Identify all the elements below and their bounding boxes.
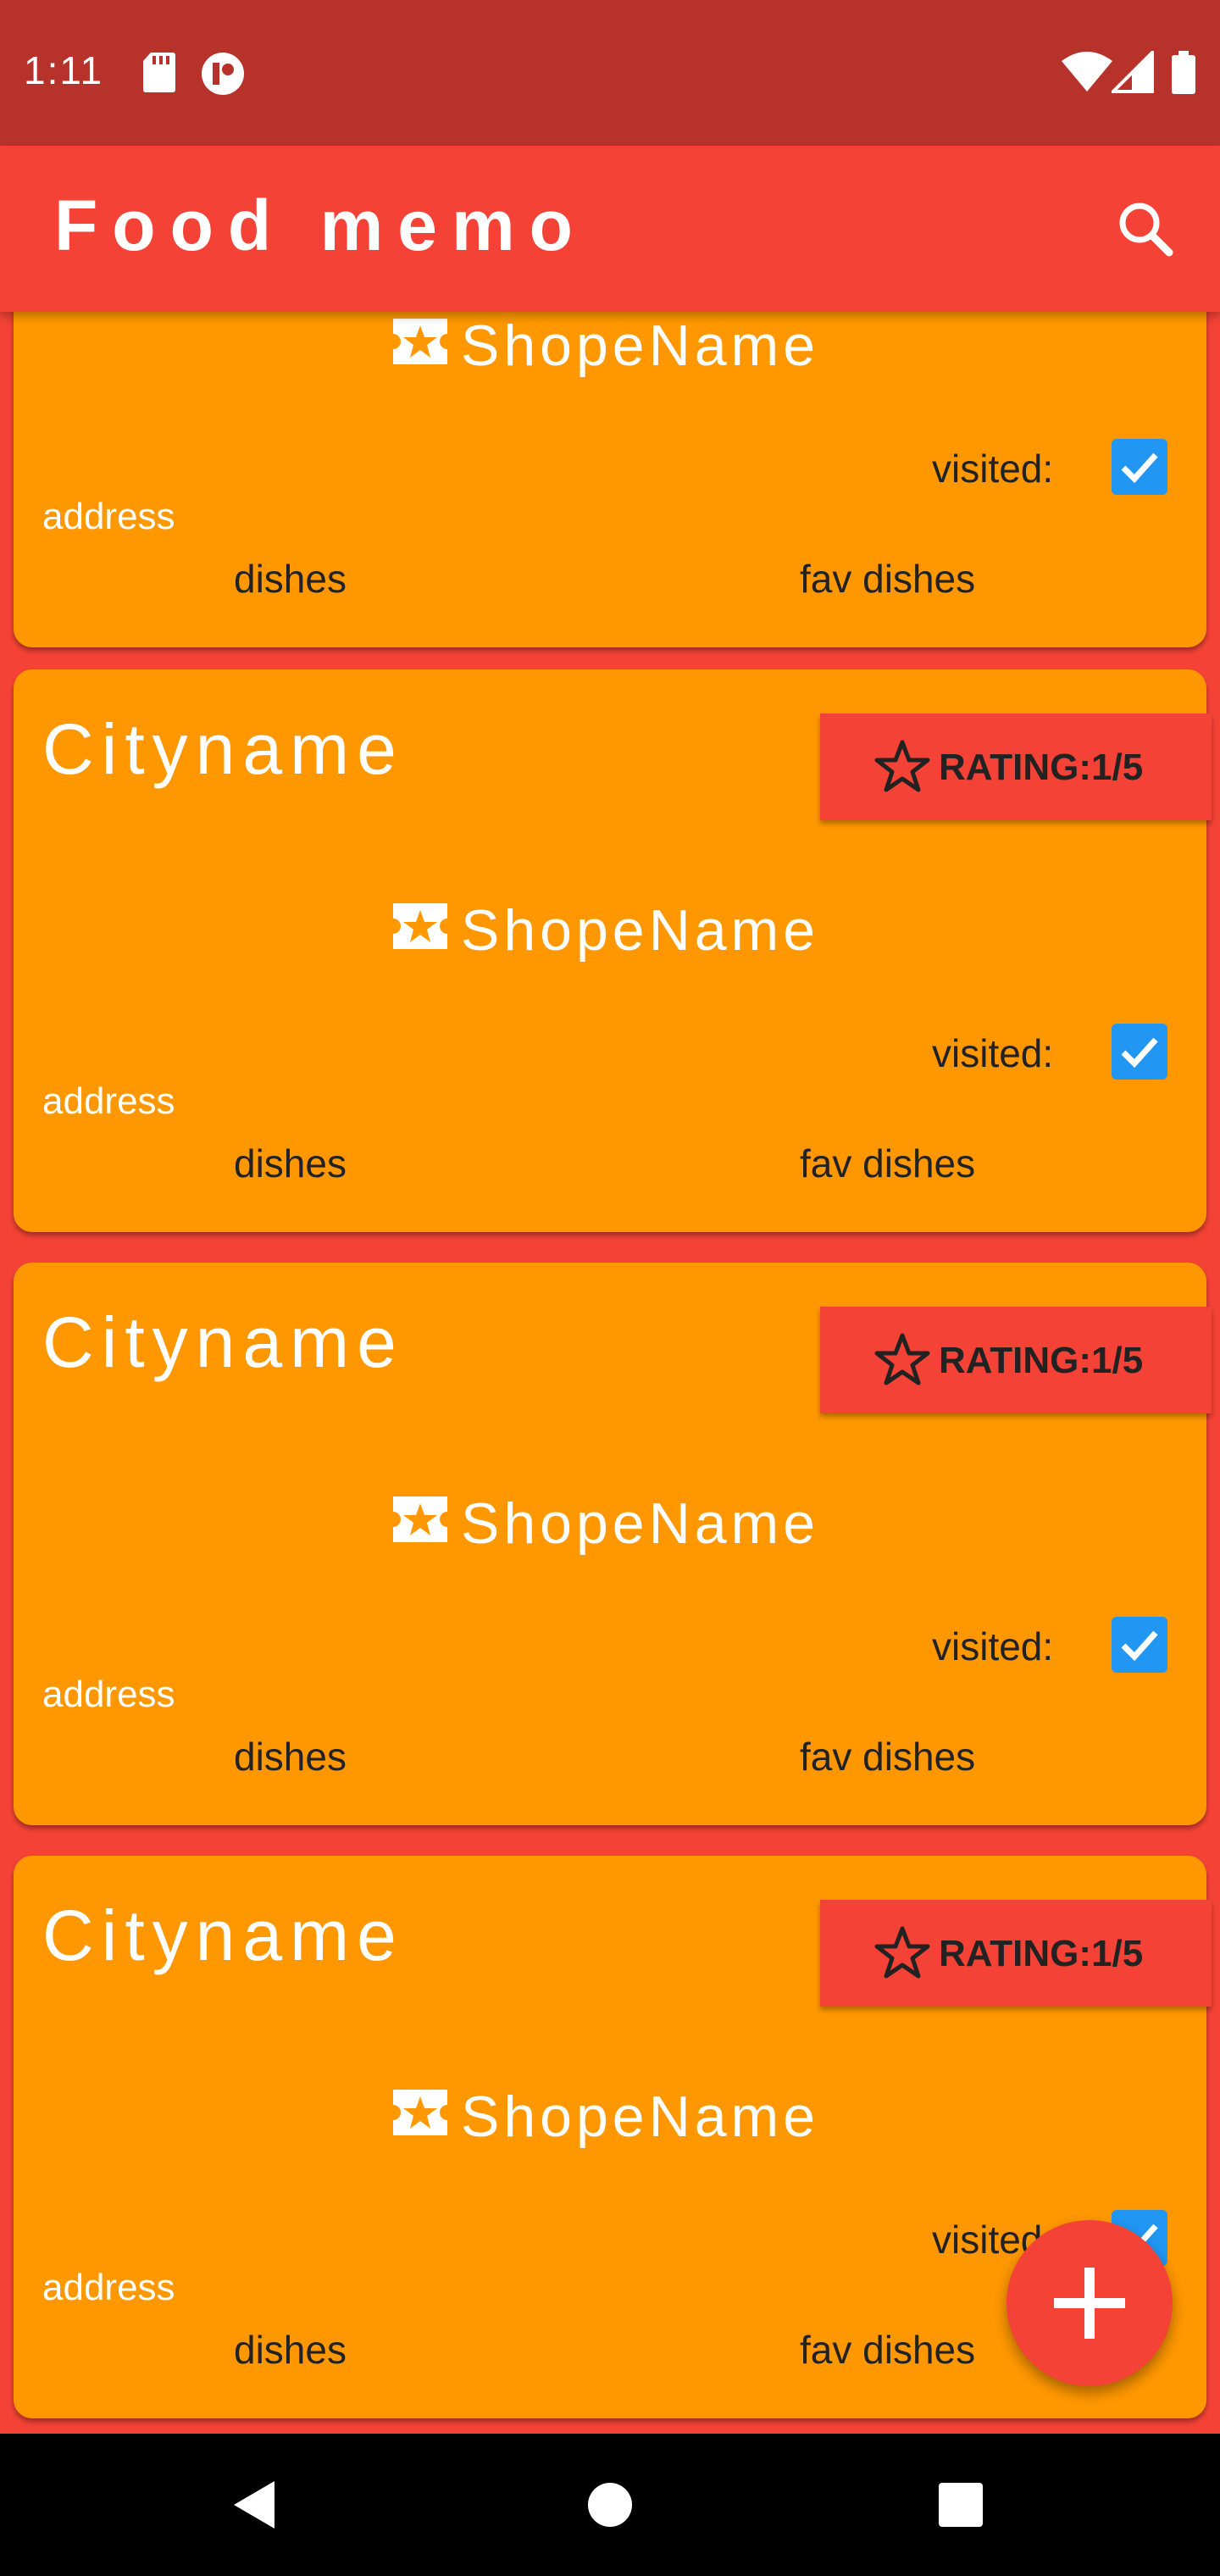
star-outline-icon <box>874 1333 930 1385</box>
recents-icon <box>939 2483 983 2527</box>
rating-label: RATING:1/5 <box>939 1340 1144 1381</box>
cellular-signal-icon <box>1109 48 1154 97</box>
ticket-star-icon <box>393 2090 447 2135</box>
dishes-text: dishes <box>234 1735 347 1779</box>
rating-button[interactable]: RATING:1/5 <box>820 1307 1212 1413</box>
star-outline-icon <box>874 1926 930 1979</box>
back-icon <box>234 2481 274 2529</box>
back-button[interactable] <box>224 2474 285 2535</box>
app-notification-icon <box>200 51 246 101</box>
dishes-text: dishes <box>234 2328 347 2372</box>
fav-dishes-text: fav dishes <box>800 1141 976 1185</box>
fav-dishes-text: fav dishes <box>800 557 976 601</box>
rating-button[interactable]: RATING:1/5 <box>820 713 1212 820</box>
ticket-star-icon <box>393 1496 447 1542</box>
recents-button[interactable] <box>930 2474 991 2535</box>
city-name: Cityname <box>42 1302 404 1382</box>
shop-card[interactable]: Cityname RATING:1/5 ShopeName visited: a… <box>14 1263 1212 1825</box>
check-icon <box>1121 1037 1158 1069</box>
wifi-icon <box>1061 51 1113 97</box>
rating-label: RATING:1/5 <box>939 747 1144 788</box>
shop-name: ShopeName <box>461 1491 820 1556</box>
shop-card[interactable]: Cityname RATING:1/5 ShopeName visited: a… <box>14 669 1212 1232</box>
shop-name: ShopeName <box>461 898 820 963</box>
city-name: Cityname <box>42 1896 404 1975</box>
star-outline-icon <box>874 740 930 792</box>
address-text: address <box>42 2267 175 2308</box>
visited-checkbox[interactable] <box>1112 1024 1167 1080</box>
visited-label: visited: <box>932 1031 1054 1075</box>
visited-checkbox[interactable] <box>1112 1617 1167 1673</box>
address-text: address <box>42 496 175 537</box>
add-button[interactable] <box>1006 2220 1173 2386</box>
search-button[interactable] <box>1110 193 1183 266</box>
address-text: address <box>42 1674 175 1715</box>
city-name: Cityname <box>42 709 404 789</box>
ticket-star-icon <box>393 319 447 364</box>
battery-icon <box>1171 51 1196 99</box>
check-icon <box>1121 1630 1158 1662</box>
sd-card-icon <box>142 51 176 97</box>
visited-checkbox[interactable] <box>1112 439 1167 495</box>
app-title: Food memo <box>54 186 587 265</box>
plus-icon <box>1054 2268 1125 2339</box>
search-icon <box>1119 203 1173 257</box>
ticket-star-icon <box>393 903 447 949</box>
home-button[interactable] <box>580 2474 640 2535</box>
navigation-bar <box>0 2434 1220 2576</box>
check-icon <box>1121 452 1158 484</box>
dishes-text: dishes <box>234 557 347 601</box>
dishes-text: dishes <box>234 1141 347 1185</box>
shop-name: ShopeName <box>461 314 820 378</box>
address-text: address <box>42 1080 175 1122</box>
shop-list[interactable]: ShopeName visited: address dishes fav di… <box>0 312 1220 2434</box>
status-time: 1:11 <box>24 48 104 92</box>
shop-name: ShopeName <box>461 2085 820 2149</box>
fav-dishes-text: fav dishes <box>800 2328 976 2372</box>
rating-button[interactable]: RATING:1/5 <box>820 1900 1212 2007</box>
fav-dishes-text: fav dishes <box>800 1735 976 1779</box>
home-icon <box>588 2483 632 2527</box>
app-bar: Food memo <box>0 146 1220 312</box>
visited-label: visited: <box>932 1624 1054 1668</box>
status-bar: 1:11 <box>0 0 1220 146</box>
screen: 1:11 Food memo ShopeName visited: addres… <box>0 0 1220 2576</box>
rating-label: RATING:1/5 <box>939 1933 1144 1974</box>
shop-card[interactable]: ShopeName visited: address dishes fav di… <box>14 312 1206 647</box>
visited-label: visited: <box>932 447 1054 491</box>
